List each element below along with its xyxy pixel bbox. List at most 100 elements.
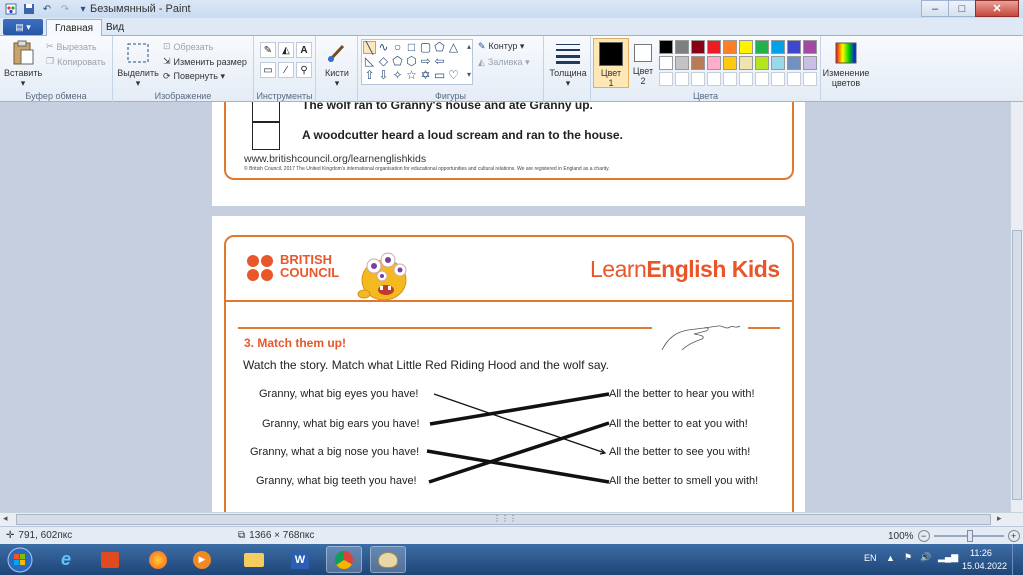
curve-shape-icon[interactable]: ∿ <box>377 41 390 54</box>
word-icon: W <box>291 550 309 569</box>
fill-bucket-icon[interactable]: ◭ <box>278 42 294 58</box>
pentagon-shape-icon[interactable]: ⬠ <box>391 55 404 68</box>
hexagon-shape-icon[interactable]: ⬡ <box>405 55 418 68</box>
tray-expand-icon[interactable]: ▲ <box>886 553 895 563</box>
left-arrow-shape-icon[interactable]: ⇦ <box>433 55 446 68</box>
line-thickness-icon <box>555 40 581 66</box>
show-desktop-button[interactable] <box>1012 544 1023 575</box>
size-dropdown-icon: ▾ <box>565 78 571 88</box>
scroll-right-icon[interactable]: ▸ <box>997 513 1002 524</box>
selection-rectangle-icon <box>125 40 151 66</box>
heart-shape-icon[interactable]: ♡ <box>447 69 460 82</box>
five-point-star-shape-icon[interactable]: ☆ <box>405 69 418 82</box>
polygon-shape-icon[interactable]: ⬠ <box>433 41 446 54</box>
redo-icon[interactable]: ↷ <box>58 2 72 16</box>
worksheet-page-2: BRITISH COUNCIL LearnEnglish Kids 3. Mat… <box>212 216 805 512</box>
zoom-slider[interactable] <box>933 530 1004 542</box>
cut-button[interactable]: ✂ Вырезать <box>46 41 97 52</box>
tab-view[interactable]: Вид <box>98 19 132 36</box>
start-button[interactable] <box>0 546 40 573</box>
zoom-in-button[interactable]: + <box>1007 530 1020 542</box>
close-button[interactable]: ✕ <box>975 0 1019 17</box>
copy-button[interactable]: ❐ Копировать <box>46 56 106 67</box>
paint-app-icon[interactable] <box>4 2 18 16</box>
taskbar-internet-explorer[interactable]: e <box>48 546 84 573</box>
diamond-shape-icon[interactable]: ◇ <box>377 55 390 68</box>
canvas-area[interactable]: The wolf ran to Granny's house and ate G… <box>0 102 1010 512</box>
edit-colors-label-2: цветов <box>831 78 861 88</box>
clock-time[interactable]: 11:26 <box>970 548 992 558</box>
save-icon[interactable] <box>22 2 36 16</box>
crop-button[interactable]: ⊡ Обрезать <box>163 41 213 52</box>
resize-icon: ⇲ <box>163 56 171 66</box>
shapes-scroll-up-icon[interactable]: ▴ <box>467 42 471 51</box>
footer-url: www.britishcouncil.org/learnenglishkids <box>244 153 427 165</box>
fill-button[interactable]: ◭ Заливка ▾ <box>478 57 530 68</box>
flag-icon[interactable]: ⚑ <box>904 552 912 563</box>
triangle-shape-icon[interactable]: △ <box>447 41 460 54</box>
taskbar-file-explorer[interactable] <box>236 546 272 573</box>
rotate-button[interactable]: ⟳ Повернуть ▾ <box>163 71 225 82</box>
zoom-slider-thumb[interactable] <box>966 530 973 542</box>
taskbar-adobe-app[interactable] <box>92 546 128 573</box>
vertical-scroll-thumb[interactable] <box>1012 230 1022 500</box>
image-group: Выделить ▾ ⊡ Обрезать ⇲ Изменить размер ⟳ По… <box>113 36 254 102</box>
rounded-rectangle-shape-icon[interactable]: ▢ <box>419 41 432 54</box>
zoom-out-button[interactable]: − <box>917 530 930 542</box>
rectangle-shape-icon[interactable]: □ <box>405 41 418 54</box>
resize-label: Изменить размер <box>173 56 247 67</box>
horizontal-scrollbar[interactable]: ◂ ⋮⋮⋮ ▸ <box>0 512 1023 526</box>
up-arrow-shape-icon[interactable]: ⇧ <box>363 69 376 82</box>
outline-label: Контур ▾ <box>488 41 525 51</box>
taskbar-chrome[interactable] <box>326 546 362 573</box>
edit-colors-button[interactable]: Изменение цветов <box>822 40 870 88</box>
file-menu-tab[interactable]: ▤ ▾ <box>3 19 43 35</box>
story-line-1: The wolf ran to Granny's house and ate G… <box>302 102 593 112</box>
taskbar-firefox[interactable] <box>140 546 176 573</box>
fill-label: Заливка ▾ <box>487 57 530 67</box>
image-size-icon: ⧉ <box>238 530 246 541</box>
right-arrow-shape-icon[interactable]: ⇨ <box>419 55 432 68</box>
paste-button[interactable]: Вставить ▾ <box>4 40 42 89</box>
scroll-left-icon[interactable]: ◂ <box>3 513 8 524</box>
minimize-button[interactable]: – <box>921 0 949 17</box>
pencil-icon[interactable]: ✎ <box>260 42 276 58</box>
story-line-2: A woodcutter heard a loud scream and ran… <box>302 128 623 142</box>
scroll-grip-icon: ⋮⋮⋮ <box>493 514 517 523</box>
down-arrow-shape-icon[interactable]: ⇩ <box>377 69 390 82</box>
shapes-gallery[interactable]: ╲ ∿ ○ □ ▢ ⬠ △ ◺ ◇ ⬠ ⬡ ⇨ ⇦ ⇧ ⇩ ✧ ☆ ✡ ▭ ♡ … <box>361 39 473 85</box>
text-tool-icon[interactable]: A <box>296 42 312 58</box>
tab-home[interactable]: Главная <box>46 19 103 36</box>
brushes-group: Кисти ▾ <box>316 36 358 102</box>
vertical-scrollbar[interactable] <box>1010 102 1023 512</box>
callout-shape-icon[interactable]: ▭ <box>433 69 446 82</box>
volume-icon[interactable]: 🔊 <box>920 552 931 563</box>
select-label: Выделить <box>117 68 159 78</box>
maximize-button[interactable]: □ <box>948 0 976 17</box>
taskbar-paint[interactable] <box>370 546 406 573</box>
eraser-icon[interactable]: ▭ <box>260 62 276 78</box>
outline-button[interactable]: ✎ Контур ▾ <box>478 41 524 52</box>
outline-brush-icon: ✎ <box>478 41 486 51</box>
color-picker-icon[interactable]: ⁄ <box>278 62 294 78</box>
right-triangle-shape-icon[interactable]: ◺ <box>363 55 376 68</box>
taskbar-media-player[interactable]: ▶ <box>184 546 220 573</box>
size-button[interactable]: Толщина ▾ <box>547 40 589 89</box>
shapes-more-icon[interactable]: ▾ <box>467 70 471 79</box>
resize-button[interactable]: ⇲ Изменить размер <box>163 56 247 67</box>
four-point-star-shape-icon[interactable]: ✧ <box>391 69 404 82</box>
magnifier-icon[interactable]: ⚲ <box>296 62 312 78</box>
six-point-star-shape-icon[interactable]: ✡ <box>419 69 432 82</box>
language-indicator[interactable]: EN <box>864 553 877 563</box>
line-shape-icon[interactable]: ╲ <box>363 41 376 55</box>
horizontal-scroll-thumb[interactable]: ⋮⋮⋮ <box>16 514 991 525</box>
select-button[interactable]: Выделить ▾ <box>117 40 159 89</box>
quick-access-dropdown-icon[interactable]: ▾ <box>76 2 90 16</box>
network-signal-icon[interactable]: ▂▄▆ <box>938 552 958 563</box>
brushes-button[interactable]: Кисти ▾ <box>318 40 356 89</box>
clock-date[interactable]: 15.04.2022 <box>962 561 1007 571</box>
crop-label: Обрезать <box>173 41 214 52</box>
undo-icon[interactable]: ↶ <box>40 2 54 16</box>
oval-shape-icon[interactable]: ○ <box>391 41 404 54</box>
taskbar-word[interactable]: W <box>282 546 318 573</box>
